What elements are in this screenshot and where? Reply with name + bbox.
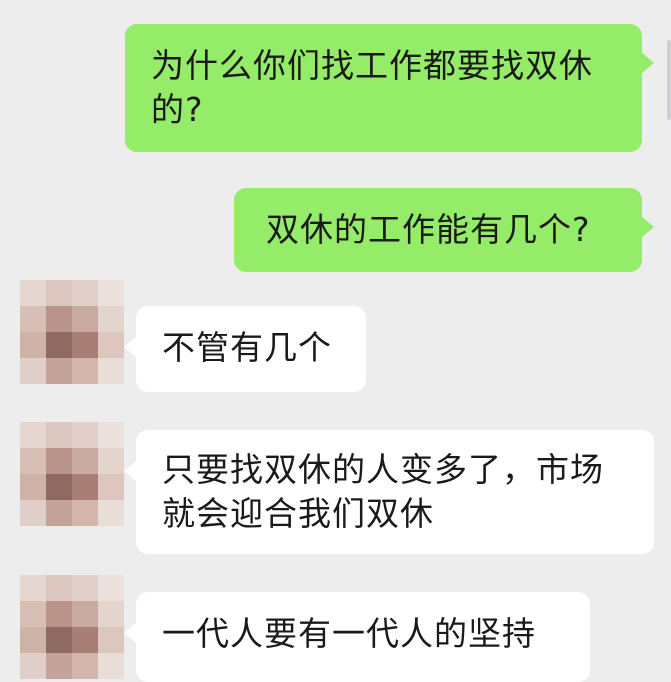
- avatar[interactable]: [20, 422, 124, 526]
- avatar[interactable]: [20, 575, 124, 679]
- message-text: 一代人要有一代人的坚持: [162, 614, 536, 653]
- incoming-message-1[interactable]: 不管有几个: [124, 306, 366, 392]
- outgoing-message-2[interactable]: 双休的工作能有几个?: [234, 188, 654, 272]
- outgoing-message-1[interactable]: 为什么你们找工作都要找双休 的?: [125, 24, 654, 152]
- message-text: 不管有几个: [162, 328, 332, 367]
- chat-window: 为什么你们找工作都要找双休 的? 双休的工作能有几个? 不管有几个 只要找双休的…: [0, 0, 671, 682]
- incoming-message-3[interactable]: 一代人要有一代人的坚持: [124, 592, 590, 682]
- message-text: 为什么你们找工作都要找双休 的?: [151, 46, 593, 129]
- avatar[interactable]: [20, 280, 124, 384]
- message-text: 双休的工作能有几个?: [266, 210, 591, 249]
- message-text: 只要找双休的人变多了，市场 就会迎合我们双休: [162, 450, 604, 533]
- scrollbar[interactable]: [667, 40, 671, 120]
- incoming-message-2[interactable]: 只要找双休的人变多了，市场 就会迎合我们双休: [124, 430, 654, 554]
